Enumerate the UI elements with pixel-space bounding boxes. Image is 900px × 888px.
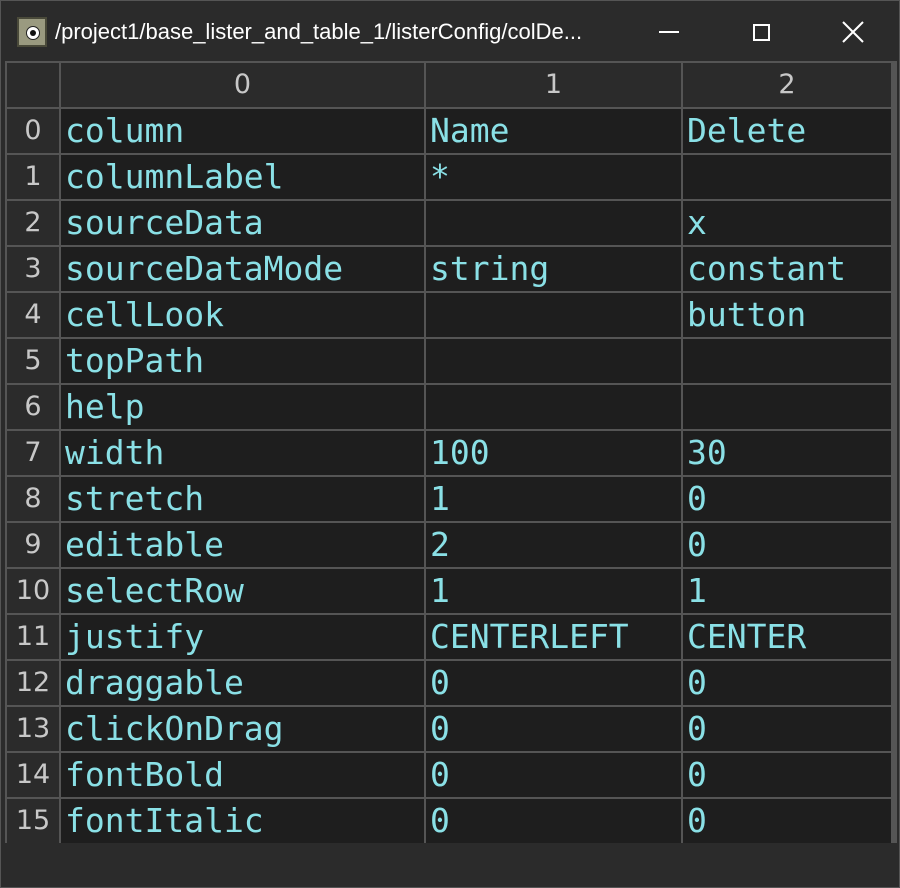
table-cell[interactable]: * bbox=[426, 155, 681, 199]
minimize-button[interactable] bbox=[623, 1, 715, 63]
table-cell[interactable]: topPath bbox=[61, 339, 424, 383]
table-cell[interactable]: Delete bbox=[683, 109, 891, 153]
table-row: 10 selectRow 1 1 bbox=[7, 569, 891, 613]
row-header[interactable]: 9 bbox=[7, 523, 59, 567]
table-cell[interactable] bbox=[426, 293, 681, 337]
table-cell[interactable]: selectRow bbox=[61, 569, 424, 613]
row-header[interactable]: 6 bbox=[7, 385, 59, 429]
maximize-button[interactable] bbox=[715, 1, 807, 63]
close-icon bbox=[842, 21, 864, 43]
table-cell[interactable]: CENTERLEFT bbox=[426, 615, 681, 659]
table-cell[interactable]: 0 bbox=[426, 661, 681, 705]
minimize-icon bbox=[659, 31, 679, 33]
table-row: 2 sourceData x bbox=[7, 201, 891, 245]
row-header[interactable]: 4 bbox=[7, 293, 59, 337]
row-header[interactable]: 15 bbox=[7, 799, 59, 843]
table-row: 1 columnLabel * bbox=[7, 155, 891, 199]
icon-dot bbox=[30, 30, 36, 36]
table-cell[interactable] bbox=[683, 155, 891, 199]
row-header[interactable]: 5 bbox=[7, 339, 59, 383]
column-header[interactable]: 2 bbox=[683, 63, 891, 107]
table-row: 3 sourceDataMode string constant bbox=[7, 247, 891, 291]
table-row: 15 fontItalic 0 0 bbox=[7, 799, 891, 843]
column-header[interactable]: 0 bbox=[61, 63, 424, 107]
table-cell[interactable]: 0 bbox=[683, 477, 891, 521]
table-cell[interactable]: sourceDataMode bbox=[61, 247, 424, 291]
table-dat-icon bbox=[17, 17, 47, 47]
title-bar[interactable]: /project1/base_lister_and_table_1/lister… bbox=[1, 1, 899, 63]
row-header[interactable]: 11 bbox=[7, 615, 59, 659]
row-header[interactable]: 2 bbox=[7, 201, 59, 245]
row-header[interactable]: 13 bbox=[7, 707, 59, 751]
table-cell[interactable]: 0 bbox=[426, 753, 681, 797]
table-row: 6 help bbox=[7, 385, 891, 429]
table-cell[interactable]: 1 bbox=[426, 569, 681, 613]
row-header[interactable]: 1 bbox=[7, 155, 59, 199]
table-cell[interactable]: columnLabel bbox=[61, 155, 424, 199]
table-cell[interactable]: constant bbox=[683, 247, 891, 291]
window-bottom-edge bbox=[5, 843, 897, 885]
table-cell[interactable]: string bbox=[426, 247, 681, 291]
table-cell[interactable]: 0 bbox=[683, 753, 891, 797]
table-cell[interactable] bbox=[426, 339, 681, 383]
table-row: 4 cellLook button bbox=[7, 293, 891, 337]
table-cell[interactable]: 0 bbox=[683, 799, 891, 843]
table-cell[interactable]: 1 bbox=[683, 569, 891, 613]
table-cell[interactable]: 30 bbox=[683, 431, 891, 475]
table-cell[interactable]: x bbox=[683, 201, 891, 245]
table-grid-area: 0 1 2 0 column Name Delete 1 columnLabel * 2 source… bbox=[5, 61, 897, 845]
row-header[interactable]: 7 bbox=[7, 431, 59, 475]
table-cell[interactable]: column bbox=[61, 109, 424, 153]
table-cell[interactable]: 2 bbox=[426, 523, 681, 567]
row-header[interactable]: 12 bbox=[7, 661, 59, 705]
table-viewer-window: /project1/base_lister_and_table_1/lister… bbox=[0, 0, 900, 888]
table-row: 14 fontBold 0 0 bbox=[7, 753, 891, 797]
table-cell[interactable]: fontItalic bbox=[61, 799, 424, 843]
table-cell[interactable]: stretch bbox=[61, 477, 424, 521]
data-table[interactable]: 0 1 2 0 column Name Delete 1 columnLabel * 2 source… bbox=[5, 61, 893, 845]
row-header[interactable]: 10 bbox=[7, 569, 59, 613]
table-cell[interactable]: clickOnDrag bbox=[61, 707, 424, 751]
table-cell[interactable]: 0 bbox=[426, 799, 681, 843]
window-title: /project1/base_lister_and_table_1/lister… bbox=[55, 19, 583, 44]
table-row: 0 column Name Delete bbox=[7, 109, 891, 153]
table-cell[interactable] bbox=[683, 385, 891, 429]
table-row: 7 width 100 30 bbox=[7, 431, 891, 475]
row-header[interactable]: 0 bbox=[7, 109, 59, 153]
column-header-row: 012 bbox=[7, 63, 891, 107]
table-cell[interactable] bbox=[426, 385, 681, 429]
table-row: 11 justify CENTERLEFT CENTER bbox=[7, 615, 891, 659]
column-header[interactable]: 1 bbox=[426, 63, 681, 107]
table-cell[interactable] bbox=[683, 339, 891, 383]
close-button[interactable] bbox=[807, 1, 899, 63]
table-cell[interactable]: help bbox=[61, 385, 424, 429]
row-header[interactable]: 14 bbox=[7, 753, 59, 797]
table-cell[interactable]: justify bbox=[61, 615, 424, 659]
row-header[interactable]: 8 bbox=[7, 477, 59, 521]
table-cell[interactable]: editable bbox=[61, 523, 424, 567]
table-cell[interactable]: fontBold bbox=[61, 753, 424, 797]
table-row: 9 editable 2 0 bbox=[7, 523, 891, 567]
table-cell[interactable]: 0 bbox=[683, 707, 891, 751]
maximize-icon bbox=[752, 23, 770, 41]
table-cell[interactable]: CENTER bbox=[683, 615, 891, 659]
table-cell[interactable]: 0 bbox=[683, 523, 891, 567]
table-corner bbox=[7, 63, 59, 107]
table-cell[interactable]: button bbox=[683, 293, 891, 337]
table-cell[interactable]: width bbox=[61, 431, 424, 475]
row-header[interactable]: 3 bbox=[7, 247, 59, 291]
table-row: 8 stretch 1 0 bbox=[7, 477, 891, 521]
table-cell[interactable]: 1 bbox=[426, 477, 681, 521]
table-cell[interactable]: draggable bbox=[61, 661, 424, 705]
table-row: 5 topPath bbox=[7, 339, 891, 383]
table-cell[interactable]: 0 bbox=[683, 661, 891, 705]
table-row: 13 clickOnDrag 0 0 bbox=[7, 707, 891, 751]
table-cell[interactable] bbox=[426, 201, 681, 245]
table-cell[interactable]: Name bbox=[426, 109, 681, 153]
table-cell[interactable]: 0 bbox=[426, 707, 681, 751]
table-cell[interactable]: 100 bbox=[426, 431, 681, 475]
table-row: 12 draggable 0 0 bbox=[7, 661, 891, 705]
table-cell[interactable]: cellLook bbox=[61, 293, 424, 337]
table-cell[interactable]: sourceData bbox=[61, 201, 424, 245]
